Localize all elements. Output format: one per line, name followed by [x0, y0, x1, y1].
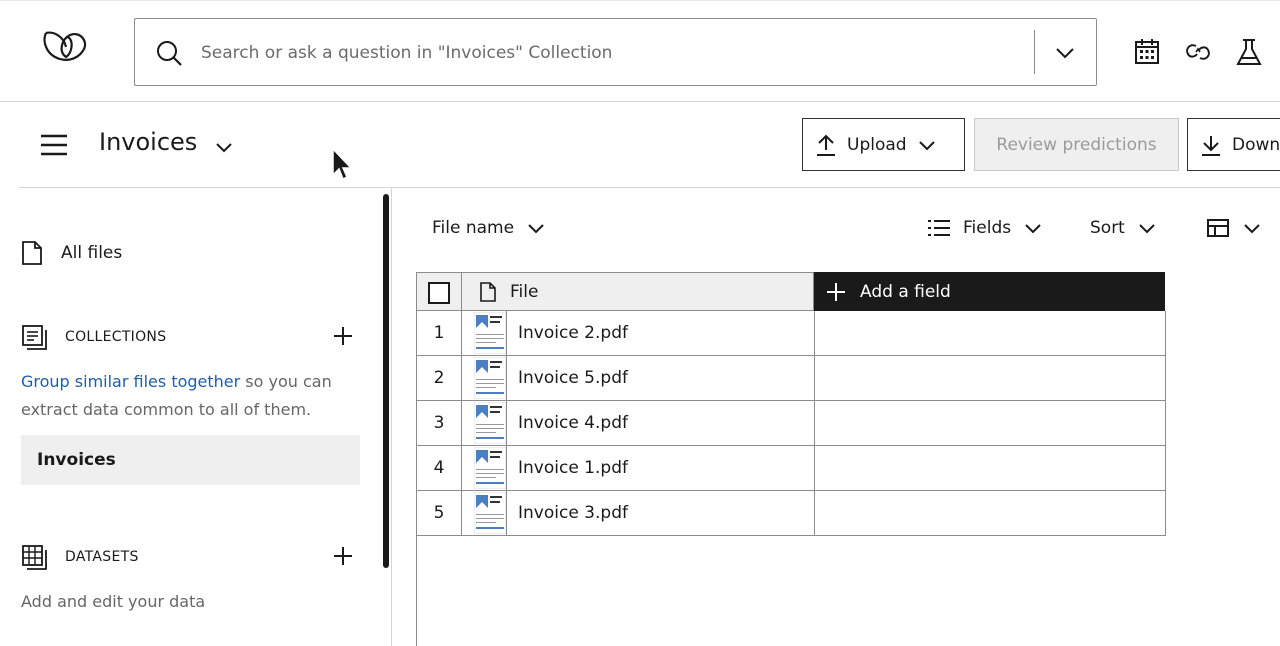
- file-thumbnail[interactable]: [462, 356, 507, 400]
- mouse-cursor-icon: [332, 147, 353, 181]
- download-icon: [1202, 135, 1220, 156]
- datasets-section-header: DATASETS: [21, 544, 139, 570]
- search-icon: [157, 41, 182, 66]
- table-view-icon: [1207, 219, 1229, 237]
- sidebar: All files COLLECTIONS Group similar file…: [0, 188, 392, 646]
- fields-label: Fields: [963, 218, 1012, 238]
- chevron-down-icon: [1139, 224, 1155, 234]
- row-number: 5: [417, 491, 462, 535]
- field-cell[interactable]: [815, 446, 1165, 490]
- datasets-description: Add and edit your data: [21, 592, 206, 611]
- add-field-label: Add a field: [860, 281, 951, 302]
- title-chevron-down-icon[interactable]: [213, 136, 235, 158]
- add-collection-icon[interactable]: [333, 326, 353, 346]
- collections-label: COLLECTIONS: [65, 329, 167, 345]
- download-label: Down: [1232, 134, 1280, 155]
- row-number: 3: [417, 401, 462, 445]
- review-predictions-button[interactable]: Review predictions: [974, 118, 1179, 171]
- pdf-thumbnail-icon: [474, 447, 506, 489]
- select-all-header: [416, 272, 461, 311]
- table-row[interactable]: 2 Invoice 5.pdf: [416, 356, 1166, 401]
- add-dataset-icon[interactable]: [333, 546, 353, 566]
- collection-header: Invoices Upload Review predictions Down: [0, 103, 1280, 188]
- collections-section-header: COLLECTIONS: [21, 324, 166, 350]
- pdf-thumbnail-icon: [474, 357, 506, 399]
- list-icon: [928, 220, 950, 236]
- menu-icon[interactable]: [40, 133, 68, 157]
- collections-description: Group similar files together so you can …: [21, 368, 351, 424]
- field-cell[interactable]: [815, 491, 1165, 535]
- row-number: 2: [417, 356, 462, 400]
- row-number: 4: [417, 446, 462, 490]
- select-all-checkbox[interactable]: [428, 282, 450, 304]
- file-icon: [480, 281, 496, 302]
- ai-link-icon[interactable]: [1184, 37, 1212, 67]
- file-icon: [22, 241, 42, 265]
- field-cell[interactable]: [815, 356, 1165, 400]
- download-button[interactable]: Down: [1187, 118, 1280, 171]
- file-name-cell[interactable]: Invoice 2.pdf: [518, 311, 628, 355]
- search-input[interactable]: [201, 37, 1021, 69]
- collections-icon: [22, 325, 47, 350]
- search-divider: [1034, 30, 1035, 74]
- search-bar[interactable]: [134, 18, 1097, 86]
- file-name-cell[interactable]: Invoice 5.pdf: [518, 356, 628, 400]
- app-logo-icon[interactable]: [40, 27, 92, 67]
- calendar-icon[interactable]: [1133, 37, 1161, 67]
- sidebar-scrollbar[interactable]: [383, 194, 389, 568]
- datasets-icon: [22, 545, 47, 570]
- chevron-down-icon: [1244, 224, 1260, 234]
- table-row[interactable]: 1 Invoice 2.pdf: [416, 311, 1166, 356]
- sort-label: Sort: [1090, 218, 1125, 238]
- top-bar: [0, 0, 1280, 102]
- upload-label: Upload: [847, 134, 907, 155]
- file-thumbnail[interactable]: [462, 491, 507, 535]
- table-left-edge: [416, 536, 417, 646]
- upload-button[interactable]: Upload: [802, 118, 965, 171]
- review-predictions-label: Review predictions: [996, 134, 1157, 155]
- chevron-down-icon: [1025, 224, 1041, 234]
- upload-icon: [817, 134, 835, 156]
- file-column-header[interactable]: File: [461, 272, 814, 311]
- plus-icon: [827, 282, 845, 301]
- sidebar-item-invoices[interactable]: Invoices: [21, 435, 360, 485]
- file-thumbnail[interactable]: [462, 401, 507, 445]
- pdf-thumbnail-icon: [474, 312, 506, 354]
- table-row[interactable]: 5 Invoice 3.pdf: [416, 491, 1166, 536]
- search-options-chevron-icon[interactable]: [1053, 41, 1077, 65]
- fields-dropdown[interactable]: Fields: [927, 218, 1043, 238]
- chevron-down-icon: [528, 224, 544, 234]
- datasets-label: DATASETS: [65, 549, 139, 565]
- page-title[interactable]: Invoices: [99, 128, 197, 156]
- table-row[interactable]: 3 Invoice 4.pdf: [416, 401, 1166, 446]
- add-field-button[interactable]: Add a field: [814, 272, 1165, 311]
- file-thumbnail[interactable]: [462, 446, 507, 490]
- file-name-label: File name: [432, 218, 515, 238]
- sidebar-item-all-files[interactable]: All files: [21, 240, 122, 266]
- file-name-dropdown[interactable]: File name: [432, 218, 546, 238]
- pdf-thumbnail-icon: [474, 492, 506, 534]
- file-name-cell[interactable]: Invoice 1.pdf: [518, 446, 628, 490]
- flask-icon[interactable]: [1235, 37, 1263, 67]
- field-cell[interactable]: [815, 401, 1165, 445]
- file-name-cell[interactable]: Invoice 3.pdf: [518, 491, 628, 535]
- view-layout-dropdown[interactable]: [1206, 218, 1262, 238]
- file-name-cell[interactable]: Invoice 4.pdf: [518, 401, 628, 445]
- table-row[interactable]: 4 Invoice 1.pdf: [416, 446, 1166, 491]
- sort-dropdown[interactable]: Sort: [1090, 218, 1157, 238]
- field-cell[interactable]: [815, 311, 1165, 355]
- all-files-label: All files: [61, 243, 123, 263]
- main-content: File name Fields Sort File Add a field 1…: [392, 188, 1280, 646]
- file-thumbnail[interactable]: [462, 311, 507, 355]
- chevron-down-icon: [918, 140, 935, 150]
- row-number: 1: [417, 311, 462, 355]
- pdf-thumbnail-icon: [474, 402, 506, 444]
- group-files-link[interactable]: Group similar files together: [21, 372, 240, 391]
- file-header-label: File: [510, 281, 539, 302]
